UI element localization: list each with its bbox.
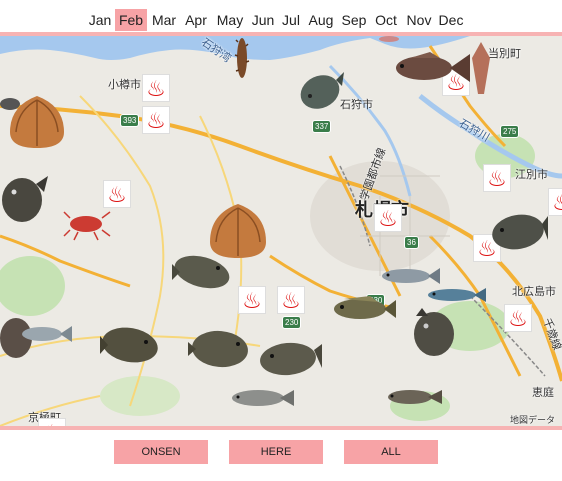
map-attribution: 地図データ bbox=[510, 416, 556, 426]
onsen-marker-icon[interactable]: ♨ bbox=[142, 74, 170, 102]
onsen-marker-icon[interactable]: ♨ bbox=[103, 180, 131, 208]
month-aug[interactable]: Aug bbox=[306, 9, 336, 31]
map-label-eniwa: 恵庭 bbox=[532, 386, 554, 399]
route-shield-230: 230 bbox=[282, 316, 302, 329]
onsen-marker-icon[interactable]: ♨ bbox=[504, 304, 532, 332]
month-oct[interactable]: Oct bbox=[372, 9, 400, 31]
onsen-marker-icon[interactable]: ♨ bbox=[277, 286, 305, 314]
map-label-tobetsu: 当別町 bbox=[488, 47, 521, 60]
onsen-marker-icon[interactable]: ♨ bbox=[142, 106, 170, 134]
all-button[interactable]: ALL bbox=[344, 440, 438, 464]
map-label-otaru: 小樽市 bbox=[108, 78, 141, 91]
onsen-button[interactable]: ONSEN bbox=[114, 440, 208, 464]
shrimp-icon[interactable] bbox=[378, 36, 400, 44]
month-jun[interactable]: Jun bbox=[249, 9, 277, 31]
month-nov[interactable]: Nov bbox=[403, 9, 435, 31]
park-area bbox=[0, 256, 65, 316]
flounder-icon[interactable] bbox=[186, 326, 254, 372]
char-fish-icon[interactable] bbox=[0, 314, 72, 364]
anglerfish-icon[interactable] bbox=[0, 174, 50, 226]
fish-icon[interactable] bbox=[390, 48, 472, 88]
month-apr[interactable]: Apr bbox=[182, 9, 210, 31]
sea-cucumber-icon[interactable] bbox=[234, 36, 250, 80]
onsen-marker-icon[interactable]: ♨ bbox=[374, 204, 402, 232]
flounder-icon[interactable] bbox=[296, 68, 346, 116]
flounder-icon[interactable] bbox=[96, 322, 162, 368]
onsen-marker-icon[interactable]: ♨ bbox=[238, 286, 266, 314]
route-shield-337: 337 bbox=[312, 120, 332, 133]
month-selector: Jan Feb Mar Apr May Jun Jul Aug Sep Oct … bbox=[0, 9, 562, 31]
trout-icon[interactable] bbox=[228, 386, 294, 410]
month-dec[interactable]: Dec bbox=[437, 9, 465, 31]
fish-icon[interactable] bbox=[0, 96, 22, 112]
map-label-ebetsu: 江別市 bbox=[515, 168, 548, 181]
crab-icon[interactable] bbox=[63, 208, 111, 241]
month-may[interactable]: May bbox=[214, 9, 246, 31]
anglerfish-icon[interactable] bbox=[408, 302, 460, 360]
onsen-marker-icon[interactable]: ♨ bbox=[483, 164, 511, 192]
flounder-icon[interactable] bbox=[170, 250, 236, 294]
route-shield-36: 36 bbox=[404, 236, 419, 249]
map[interactable]: 石狩湾 小樽市 石狩市 当別町 石狩川 学園都市線 札幌市 江別市 北広島市 千… bbox=[0, 36, 562, 426]
squid-icon[interactable] bbox=[470, 42, 492, 94]
month-mar[interactable]: Mar bbox=[149, 9, 179, 31]
month-jul[interactable]: Jul bbox=[280, 9, 302, 31]
onsen-marker-icon[interactable]: ♨ bbox=[548, 188, 562, 216]
park-area bbox=[100, 376, 180, 416]
map-label-kitahiroshima: 北広島市 bbox=[512, 285, 556, 298]
route-shield-275: 275 bbox=[500, 125, 520, 138]
flounder-icon[interactable] bbox=[256, 336, 322, 382]
month-jan[interactable]: Jan bbox=[86, 9, 114, 31]
flounder-icon[interactable] bbox=[486, 210, 548, 254]
cod-icon[interactable] bbox=[384, 386, 442, 408]
month-feb[interactable]: Feb bbox=[115, 9, 147, 31]
month-sep[interactable]: Sep bbox=[340, 9, 368, 31]
onsen-marker-icon[interactable]: ♨ bbox=[38, 418, 66, 426]
route-shield-393: 393 bbox=[120, 114, 140, 127]
rockfish-icon[interactable] bbox=[330, 294, 396, 324]
map-frame: 石狩湾 小樽市 石狩市 当別町 石狩川 学園都市線 札幌市 江別市 北広島市 千… bbox=[0, 32, 562, 430]
here-button[interactable]: HERE bbox=[229, 440, 323, 464]
